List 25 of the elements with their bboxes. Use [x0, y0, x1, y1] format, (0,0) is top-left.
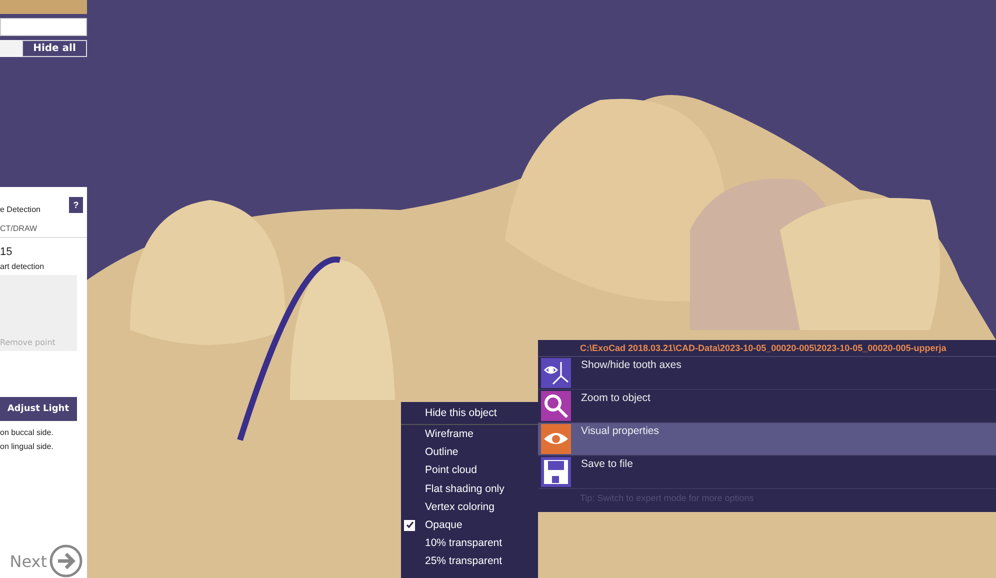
menu-item[interactable]: Flat shading only: [401, 480, 538, 498]
menu-item[interactable]: Wireframe: [401, 425, 538, 444]
hide-all-button[interactable]: Hide all: [22, 40, 87, 57]
file-path: C:\ExoCad 2018.03.21\CAD-Data\2023-10-05_00020-005\2023-10-05_00020-005-upperja: [538, 340, 996, 357]
input-field[interactable]: [0, 40, 22, 57]
menu-item[interactable]: Outline: [401, 443, 538, 462]
tab-label[interactable]: CT/DRAW: [0, 214, 87, 238]
menu-item[interactable]: 25% transparent: [401, 552, 538, 570]
menu-item[interactable]: 10% transparent: [401, 534, 538, 552]
menu-item[interactable]: Vertex coloring: [401, 498, 538, 516]
menu-item[interactable]: Point cloud: [401, 461, 538, 480]
arrow-right-icon: [49, 544, 83, 578]
panel-title: e Detection: [0, 205, 40, 214]
next-button[interactable]: Next: [10, 544, 87, 578]
adjust-light-button[interactable]: Adjust Light: [0, 397, 77, 421]
value-text: 15: [0, 246, 14, 258]
help-button[interactable]: ?: [69, 196, 83, 212]
menu-item[interactable]: Visual properties: [538, 423, 996, 456]
instruction-text: on buccal side.: [0, 428, 54, 437]
instruction-text: on lingual side.: [0, 442, 54, 451]
menu-item[interactable]: Show/hide tooth axes: [538, 357, 996, 390]
menu-item[interactable]: Save to file: [538, 456, 996, 489]
input-field[interactable]: [0, 18, 87, 36]
menu-item[interactable]: Opaque: [401, 516, 538, 534]
detection-label: art detection: [0, 262, 46, 271]
